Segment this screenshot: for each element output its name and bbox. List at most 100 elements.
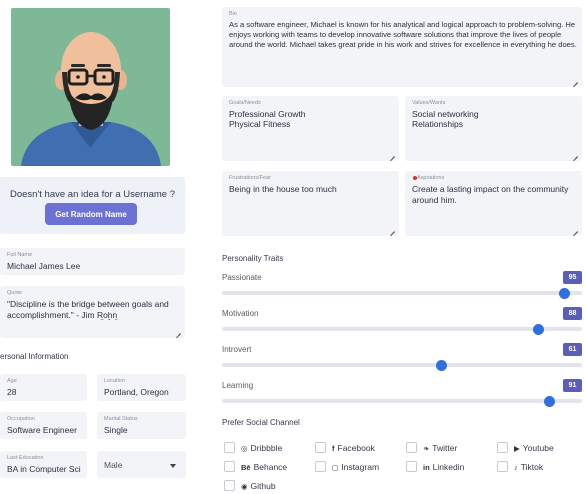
checkbox-linkedin[interactable]	[406, 461, 417, 472]
instagram-icon: ◻	[332, 463, 339, 472]
full-name-value: Michael James Lee	[7, 261, 81, 271]
bio-value: As a software engineer, Michael is known…	[229, 20, 577, 49]
location-value: Portland, Oregon	[104, 387, 169, 397]
goals-needs-field[interactable]: Goals/Needs Professional Growth Physical…	[222, 96, 399, 161]
location-label: Location	[104, 378, 125, 384]
quote-value: "Discipline is the bridge between goals …	[7, 299, 179, 320]
values-line-1: Social networking	[412, 109, 479, 119]
goals-needs-label: Goals/Needs	[229, 100, 261, 106]
trait-slider-introvert[interactable]	[222, 359, 582, 371]
social-option-label: Youtube	[522, 443, 554, 453]
twitter-icon: ❧	[423, 444, 430, 453]
social-option-github[interactable]: ◉ Github	[241, 481, 276, 491]
quote-text: "Discipline is the bridge between goals …	[7, 299, 169, 320]
frustrations-fear-label: Frustrations/Fear	[229, 175, 271, 181]
values-line-2: Relationships	[412, 119, 464, 129]
social-option-label: Twitter	[432, 443, 458, 453]
social-option-tiktok[interactable]: ♪ Tiktok	[514, 462, 543, 472]
location-field[interactable]: Location Portland, Oregon	[97, 374, 186, 401]
social-option-facebook[interactable]: f Facebook	[332, 443, 375, 453]
social-channel-title: Prefer Social Channel	[222, 418, 300, 427]
trait-label-motivation: Motivation	[222, 309, 259, 318]
quote-author-misspelled: Rohn	[96, 309, 118, 320]
occupation-value: Software Engineer	[7, 425, 77, 435]
values-wants-field[interactable]: Values/Wants Social networking Relations…	[405, 96, 582, 161]
trait-value-badge-learning: 91	[563, 379, 582, 392]
social-option-label: Linkedin	[432, 462, 465, 472]
trait-value-badge-passionate: 95	[563, 271, 582, 284]
trait-value-badge-motivation: 88	[563, 307, 582, 320]
goals-line-1: Professional Growth	[229, 109, 306, 119]
checkbox-youtube[interactable]	[497, 442, 508, 453]
full-name-field[interactable]: Full Name Michael James Lee	[0, 248, 185, 275]
gender-select[interactable]: Male	[97, 451, 186, 478]
checkbox-facebook[interactable]	[315, 442, 326, 453]
last-education-label: Last Education	[7, 455, 44, 461]
last-education-field[interactable]: Last Education BA in Computer Sci	[0, 451, 87, 478]
youtube-icon: ▶	[514, 444, 520, 453]
social-option-label: Behance	[253, 462, 288, 472]
checkbox-behance[interactable]	[224, 461, 235, 472]
social-option-behance[interactable]: Bē Behance	[241, 462, 287, 472]
social-option-label: Instagram	[341, 462, 380, 472]
trait-label-learning: Learning	[222, 381, 254, 390]
social-option-label: Facebook	[337, 443, 375, 453]
trait-slider-learning[interactable]	[222, 395, 582, 407]
slider-thumb[interactable]	[558, 287, 570, 299]
social-option-label: Tiktok	[520, 462, 544, 472]
gender-select-value: Male	[104, 460, 123, 470]
facebook-icon: f	[332, 444, 335, 453]
checkbox-instagram[interactable]	[315, 461, 326, 472]
occupation-field[interactable]: Occupation Software Engineer	[0, 412, 87, 439]
personal-information-title: ersonal Information	[0, 352, 69, 361]
goals-line-2: Physical Fitness	[229, 119, 291, 129]
dribbble-icon: ◎	[241, 444, 248, 453]
bio-label: Bio	[229, 11, 237, 17]
marital-status-value: Single	[104, 425, 128, 435]
frustrations-value: Being in the house too much	[229, 184, 337, 194]
trait-slider-passionate[interactable]	[222, 287, 582, 299]
frustrations-fear-field[interactable]: Frustrations/Fear Being in the house too…	[222, 171, 399, 236]
trait-slider-motivation[interactable]	[222, 323, 582, 335]
age-label: Age	[7, 378, 17, 384]
personality-traits-title: Personality Traits	[222, 254, 284, 263]
checkbox-tiktok[interactable]	[497, 461, 508, 472]
linkedin-icon: in	[423, 463, 430, 472]
quote-field[interactable]: Quote "Discipline is the bridge between …	[0, 286, 185, 338]
social-option-instagram[interactable]: ◻ Instagram	[332, 462, 379, 472]
aspirations-value: Create a lasting impact on the community…	[412, 184, 569, 205]
checkbox-twitter[interactable]	[406, 442, 417, 453]
resize-handle-icon[interactable]	[572, 151, 578, 157]
username-helper-card: Doesn't have an idea for a Username ? Ge…	[0, 177, 185, 234]
age-field[interactable]: Age 28	[0, 374, 87, 401]
avatar-illustration	[21, 32, 161, 166]
github-icon: ◉	[241, 482, 248, 491]
social-option-twitter[interactable]: ❧ Twitter	[423, 443, 457, 453]
resize-handle-icon[interactable]	[389, 226, 395, 232]
slider-thumb[interactable]	[436, 359, 448, 371]
slider-thumb[interactable]	[544, 395, 556, 407]
values-wants-label: Values/Wants	[412, 100, 446, 106]
social-option-dribbble[interactable]: ◎ Dribbble	[241, 443, 282, 453]
checkbox-dribbble[interactable]	[224, 442, 235, 453]
marital-status-field[interactable]: Marital Status Single	[97, 412, 186, 439]
checkbox-github[interactable]	[224, 480, 235, 491]
aspirations-label: Aspirations	[417, 175, 445, 181]
social-option-linkedin[interactable]: in Linkedin	[423, 462, 464, 472]
bio-field[interactable]: Bio As a software engineer, Michael is k…	[222, 7, 582, 87]
behance-icon: Bē	[241, 463, 251, 472]
trait-value-badge-introvert: 61	[563, 343, 582, 356]
resize-handle-icon[interactable]	[389, 151, 395, 157]
resize-handle-icon[interactable]	[572, 226, 578, 232]
trait-label-introvert: Introvert	[222, 345, 252, 354]
quote-label: Quote	[7, 290, 22, 296]
slider-thumb[interactable]	[533, 323, 545, 335]
social-option-youtube[interactable]: ▶ Youtube	[514, 443, 554, 453]
full-name-label: Full Name	[7, 252, 33, 258]
social-option-label: Dribbble	[250, 443, 283, 453]
aspirations-field[interactable]: Aspirations Create a lasting impact on t…	[405, 171, 582, 236]
avatar	[11, 8, 170, 166]
resize-handle-icon[interactable]	[175, 328, 181, 334]
get-random-name-button[interactable]: Get Random Name	[45, 203, 137, 225]
resize-handle-icon[interactable]	[572, 77, 578, 83]
